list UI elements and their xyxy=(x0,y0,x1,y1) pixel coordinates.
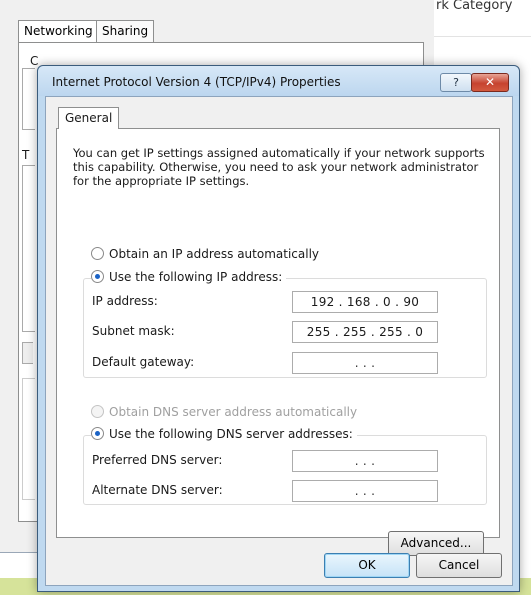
alternate-dns-label: Alternate DNS server: xyxy=(92,483,223,497)
obtain-dns-auto-label: Obtain DNS server address automatically xyxy=(109,405,358,419)
tab-networking[interactable]: Networking xyxy=(18,20,99,43)
ip-address-input[interactable]: 192 . 168 . 0 . 90 xyxy=(292,291,438,313)
ok-button[interactable]: OK xyxy=(324,553,410,578)
description-text: You can get IP settings assigned automat… xyxy=(73,146,485,188)
background-groupbox xyxy=(22,378,35,500)
tab-general[interactable]: General xyxy=(58,107,120,129)
background-text-fragment: T xyxy=(22,148,30,162)
dns-server-group: Preferred DNS server: . . . Alternate DN… xyxy=(83,435,487,505)
background-column-header[interactable]: rk Category xyxy=(434,0,531,37)
close-button[interactable]: ✕ xyxy=(471,73,509,92)
obtain-dns-auto-option[interactable]: Obtain DNS server address automatically xyxy=(91,405,357,419)
obtain-ip-auto-label: Obtain an IP address automatically xyxy=(109,247,320,261)
ip-address-group: IP address: 192 . 168 . 0 . 90 Subnet ma… xyxy=(83,278,487,378)
title-bar[interactable]: Internet Protocol Version 4 (TCP/IPv4) P… xyxy=(38,66,519,96)
alternate-dns-input[interactable]: . . . xyxy=(292,480,438,502)
preferred-dns-row: Preferred DNS server: . . . xyxy=(92,450,482,472)
use-following-ip-option[interactable]: Use the following IP address: xyxy=(91,270,287,284)
close-icon: ✕ xyxy=(484,75,496,89)
use-following-ip-radio[interactable] xyxy=(91,270,104,283)
alternate-dns-row: Alternate DNS server: . . . xyxy=(92,480,482,502)
subnet-mask-input[interactable]: 255 . 255 . 255 . 0 xyxy=(292,321,438,343)
column-header-label: rk Category xyxy=(436,0,513,13)
ip-address-label: IP address: xyxy=(92,294,158,308)
subnet-mask-row: Subnet mask: 255 . 255 . 255 . 0 xyxy=(92,321,482,343)
obtain-dns-auto-radio[interactable] xyxy=(91,405,104,418)
background-button[interactable] xyxy=(22,342,33,364)
preferred-dns-input[interactable]: . . . xyxy=(292,450,438,472)
use-following-dns-option[interactable]: Use the following DNS server addresses: xyxy=(91,427,357,441)
default-gateway-row: Default gateway: . . . xyxy=(92,352,482,374)
tcpip-properties-dialog: Internet Protocol Version 4 (TCP/IPv4) P… xyxy=(37,65,520,592)
tab-sharing[interactable]: Sharing xyxy=(96,20,155,42)
background-listbox xyxy=(22,165,35,332)
obtain-ip-auto-radio[interactable] xyxy=(91,247,104,260)
dialog-client-area: General You can get IP settings assigned… xyxy=(45,96,513,586)
ip-address-row: IP address: 192 . 168 . 0 . 90 xyxy=(92,291,482,313)
preferred-dns-label: Preferred DNS server: xyxy=(92,453,223,467)
general-tab-panel: You can get IP settings assigned automat… xyxy=(56,128,500,556)
use-following-dns-radio[interactable] xyxy=(91,427,104,440)
background-listbox xyxy=(22,68,35,130)
background-text-fragment: C xyxy=(30,54,39,68)
use-following-ip-label: Use the following IP address: xyxy=(109,270,283,284)
help-icon: ? xyxy=(453,76,459,89)
cancel-button[interactable]: Cancel xyxy=(416,553,502,578)
default-gateway-input[interactable]: . . . xyxy=(292,352,438,374)
dialog-title: Internet Protocol Version 4 (TCP/IPv4) P… xyxy=(52,75,341,89)
subnet-mask-label: Subnet mask: xyxy=(92,324,175,338)
use-following-dns-label: Use the following DNS server addresses: xyxy=(109,427,353,441)
obtain-ip-auto-option[interactable]: Obtain an IP address automatically xyxy=(91,247,319,261)
default-gateway-label: Default gateway: xyxy=(92,355,195,369)
help-button[interactable]: ? xyxy=(440,73,472,92)
